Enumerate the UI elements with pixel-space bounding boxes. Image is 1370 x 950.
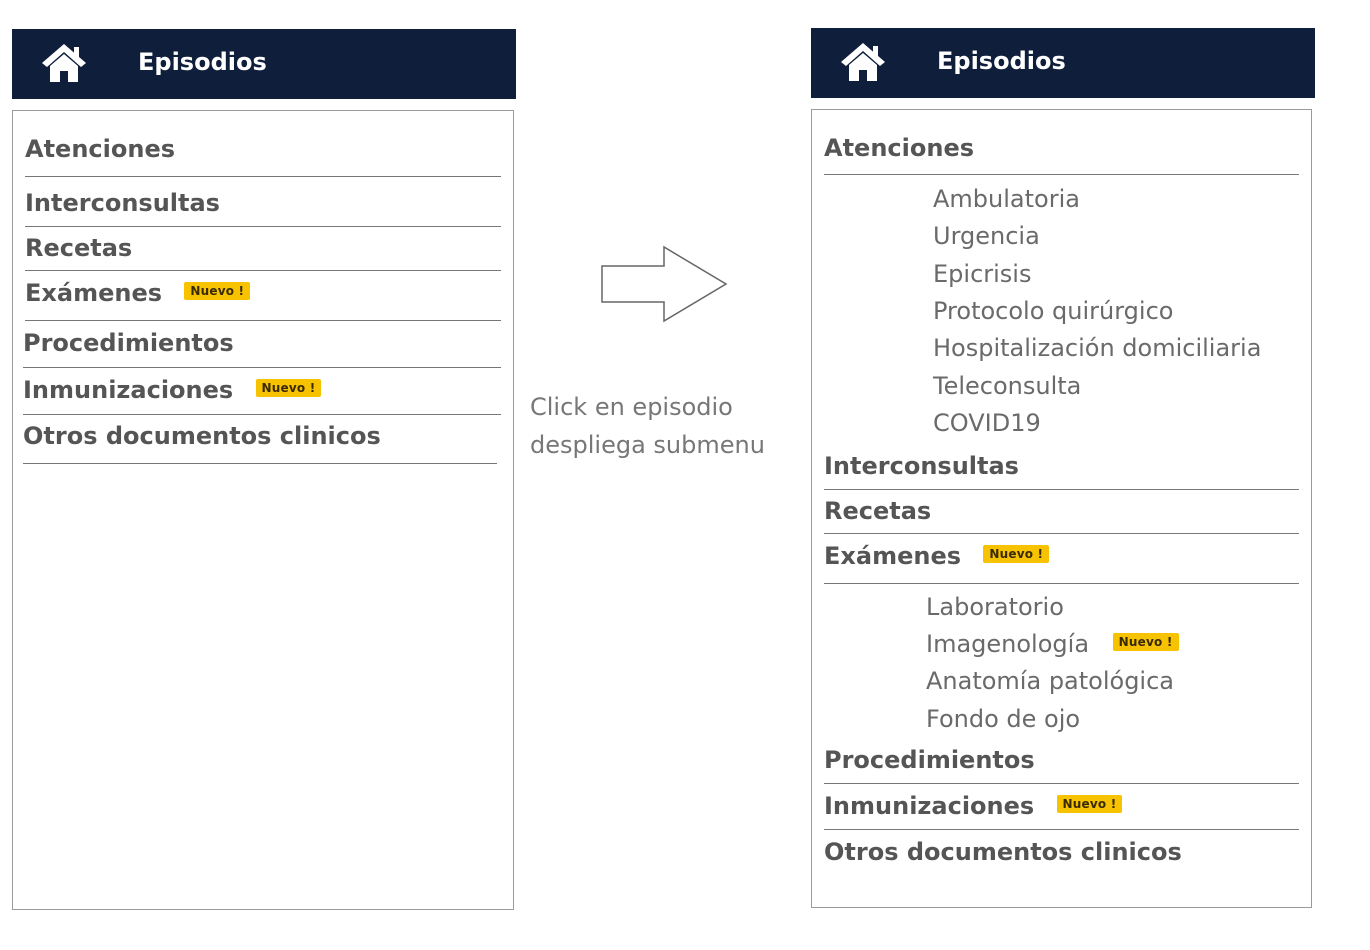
menu-item-label: Inmunizaciones — [824, 792, 1035, 820]
menu-item-interconsultas[interactable]: Interconsultas — [824, 452, 1299, 490]
menu-item-interconsultas[interactable]: Interconsultas — [25, 189, 501, 227]
submenu-item-covid19[interactable]: COVID19 — [933, 409, 1041, 437]
submenu-item-ambulatoria[interactable]: Ambulatoria — [933, 185, 1080, 213]
right-arrow-icon — [601, 245, 728, 323]
new-badge: Nuevo ! — [1112, 633, 1179, 651]
header-title: Episodios — [937, 47, 1066, 75]
menu-item-label: Procedimientos — [23, 329, 234, 357]
home-icon[interactable] — [839, 40, 887, 84]
submenu-item-laboratorio[interactable]: Laboratorio — [926, 593, 1064, 621]
menu-item-label: Exámenes — [824, 542, 962, 570]
menu-item-otros-documentos[interactable]: Otros documentos clinicos — [23, 422, 497, 464]
menu-item-recetas[interactable]: Recetas — [824, 497, 1299, 534]
caption-line-1: Click en episodio — [530, 393, 733, 421]
menu-item-examenes[interactable]: Exámenes Nuevo ! — [824, 542, 1299, 584]
menu-item-label: Recetas — [824, 497, 932, 525]
menu-item-procedimientos[interactable]: Procedimientos — [824, 746, 1299, 784]
menu-item-label: Interconsultas — [824, 452, 1019, 480]
menu-item-label: Inmunizaciones — [23, 376, 234, 404]
menu-item-label: Recetas — [25, 234, 133, 262]
menu-item-otros-documentos[interactable]: Otros documentos clinicos — [824, 838, 1299, 878]
right-menu-panel: Atenciones Ambulatoria Urgencia Epicrisi… — [811, 109, 1312, 908]
new-badge: Nuevo ! — [255, 379, 322, 397]
menu-item-label: Otros documentos clinicos — [824, 838, 1182, 866]
new-badge: Nuevo ! — [983, 545, 1050, 563]
submenu-item-teleconsulta[interactable]: Teleconsulta — [933, 372, 1081, 400]
submenu-item-anatomia-patologica[interactable]: Anatomía patológica — [926, 667, 1174, 695]
header-title: Episodios — [138, 48, 267, 76]
submenu-item-protocolo-quirurgico[interactable]: Protocolo quirúrgico — [933, 297, 1173, 325]
new-badge: Nuevo ! — [1056, 795, 1123, 813]
submenu-item-fondo-de-ojo[interactable]: Fondo de ojo — [926, 705, 1080, 733]
new-badge: Nuevo ! — [184, 282, 251, 300]
instruction-caption: Click en episodio despliega submenu — [530, 388, 765, 464]
submenu-item-epicrisis[interactable]: Epicrisis — [933, 260, 1031, 288]
caption-line-2: despliega submenu — [530, 431, 765, 459]
menu-item-label: Exámenes — [25, 279, 163, 307]
menu-item-label: Atenciones — [25, 135, 175, 163]
menu-item-procedimientos[interactable]: Procedimientos — [23, 329, 501, 368]
menu-item-inmunizaciones[interactable]: Inmunizaciones Nuevo ! — [824, 792, 1299, 830]
menu-item-recetas[interactable]: Recetas — [25, 234, 501, 271]
menu-item-atenciones[interactable]: Atenciones — [824, 134, 1299, 175]
menu-item-examenes[interactable]: Exámenes Nuevo ! — [25, 279, 501, 321]
submenu-item-hospitalizacion-domiciliaria[interactable]: Hospitalización domiciliaria — [933, 334, 1261, 362]
menu-item-atenciones[interactable]: Atenciones — [25, 135, 501, 177]
menu-item-label: Otros documentos clinicos — [23, 422, 381, 450]
right-header: Episodios — [811, 28, 1315, 98]
submenu-item-urgencia[interactable]: Urgencia — [933, 222, 1040, 250]
menu-item-label: Procedimientos — [824, 746, 1035, 774]
menu-item-label: Atenciones — [824, 134, 974, 162]
submenu-item-label: Imagenología — [926, 630, 1090, 658]
submenu-item-imagenologia[interactable]: Imagenología Nuevo ! — [926, 630, 1179, 658]
home-icon[interactable] — [40, 41, 88, 85]
left-menu-panel: Atenciones Interconsultas Recetas Exámen… — [12, 110, 514, 910]
menu-item-inmunizaciones[interactable]: Inmunizaciones Nuevo ! — [23, 376, 501, 415]
menu-item-label: Interconsultas — [25, 189, 220, 217]
left-header: Episodios — [12, 29, 516, 99]
